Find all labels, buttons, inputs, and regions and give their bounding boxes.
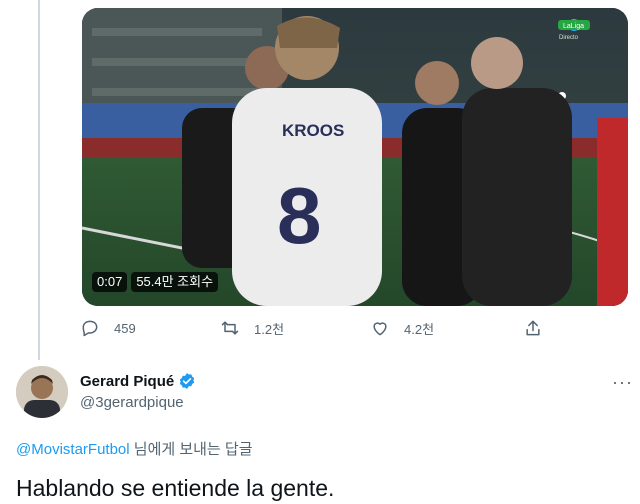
reply-to-suffix: 님에게 보내는 답글 [133,441,253,458]
like-button[interactable]: 4.2천 [370,318,434,338]
tweet-text: Hablando se entiende la gente. [16,475,335,501]
broadcaster-status: Directo [559,35,579,41]
more-options-icon[interactable]: ··· [612,372,633,393]
reply-button[interactable]: 459 [80,318,136,338]
author-name-row: Gerard Piqué [80,372,196,390]
reply-count: 459 [114,320,136,336]
thread-connector-line [38,0,40,360]
replying-to: @MovistarFutbol 님에게 보내는 답글 [16,438,253,459]
video-player[interactable]: KROOS 8 LaLiga Directo [82,8,628,306]
verified-badge-icon [180,373,195,389]
share-button[interactable] [523,318,543,338]
retweet-icon [221,321,239,335]
reply-icon [82,320,98,337]
broadcaster-logo-text: LaLiga [563,23,584,30]
video-frame: KROOS 8 LaLiga Directo [82,8,628,306]
avatar[interactable] [16,366,68,418]
retweet-count: 1.2천 [254,321,285,337]
jersey-number: 8 [277,171,322,260]
video-duration: 0:07 [92,272,128,292]
author-handle[interactable]: @3gerardpique [80,394,184,411]
reply-to-mention-link[interactable]: @MovistarFutbol [16,441,130,458]
like-count: 4.2천 [404,321,435,337]
share-icon [526,320,540,336]
jersey-name: KROOS [282,121,344,140]
author-name[interactable]: Gerard Piqué [80,373,174,390]
video-meta: 0:07 55.4만 조회수 [92,272,219,292]
heart-icon [373,322,387,336]
retweet-button[interactable]: 1.2천 [220,318,284,338]
video-view-count: 55.4만 조회수 [131,272,219,292]
avatar-image [16,366,68,418]
tweet-action-bar: 459 1.2천 4.2천 [80,318,550,342]
